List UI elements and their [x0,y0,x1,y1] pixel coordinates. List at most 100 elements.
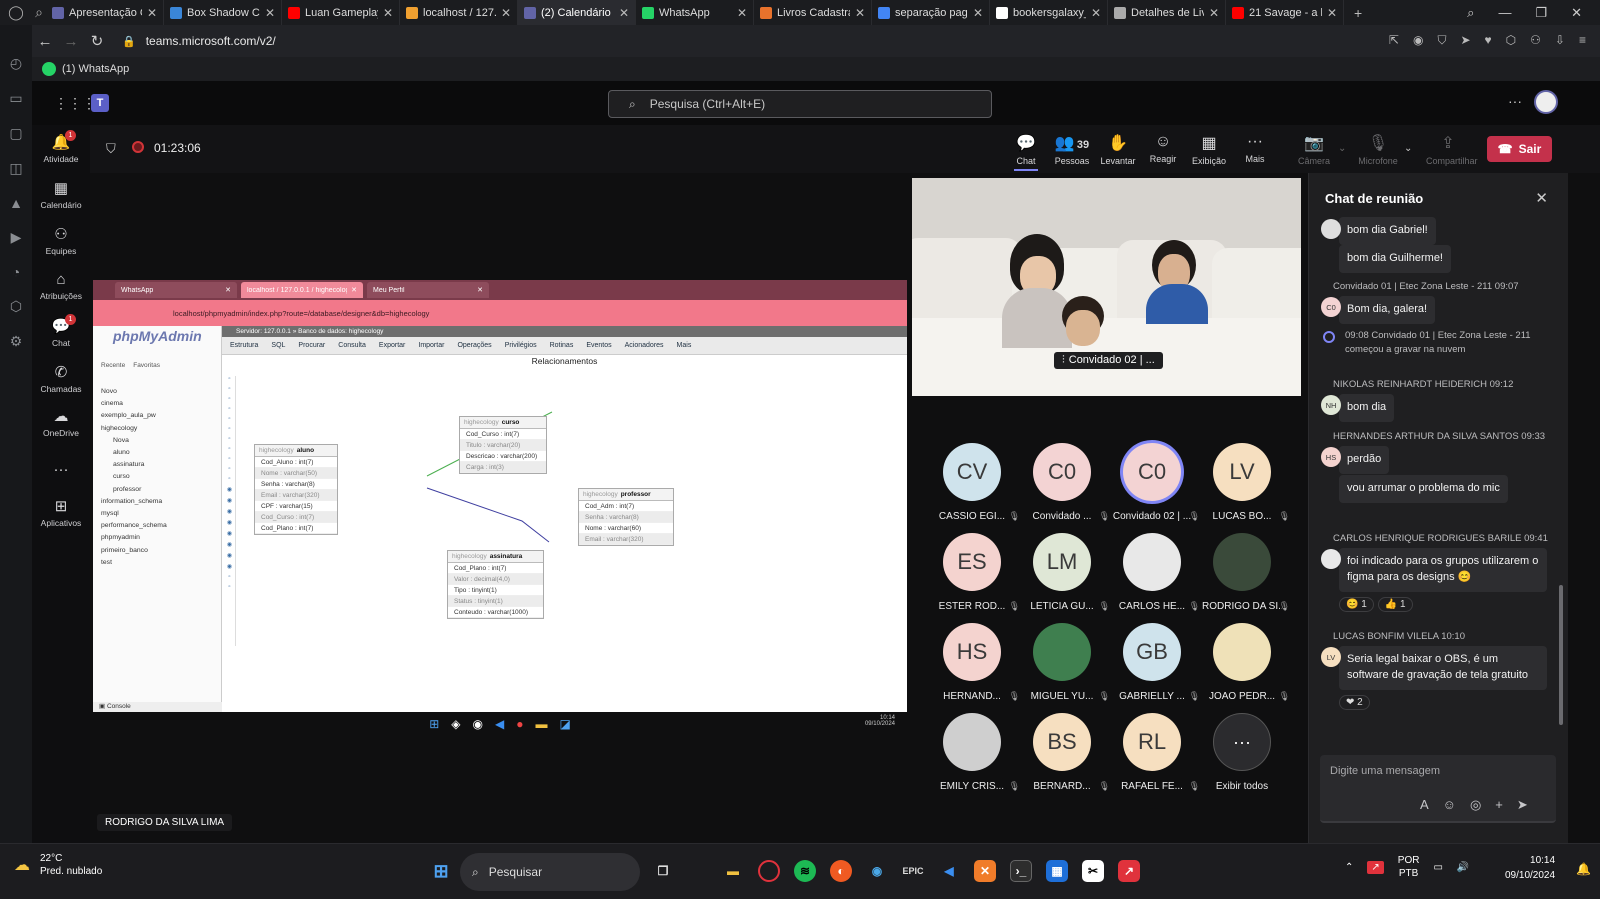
opera-logo-icon[interactable]: ◯ [0,4,32,21]
close-tab-icon[interactable]: ✕ [1209,6,1219,20]
rail-item-equipes[interactable]: ⚇ Equipes [32,225,90,256]
close-tab-icon[interactable]: ✕ [265,6,275,20]
close-icon[interactable]: ✕ [1535,189,1548,207]
browser-tab[interactable]: bookersgalaxy_sn ✕ [990,0,1108,25]
download-icon[interactable]: ⇩ [1555,33,1565,48]
leave-button[interactable]: ☎ Sair [1487,136,1552,162]
close-tab-icon[interactable]: ✕ [855,6,865,20]
browser-tab[interactable]: WhatsApp ✕ [636,0,754,25]
participant-tile[interactable]: BS BERNARD... 🎙 [1022,713,1110,792]
rail-item-chat[interactable]: 💬 Chat 1 [32,314,90,348]
close-window-button[interactable]: ✕ [1571,5,1582,21]
close-tab-icon[interactable]: ✕ [147,6,157,20]
network-icon[interactable]: ▭ [1433,862,1442,873]
settings-icon[interactable]: ⚙ [10,333,23,350]
reaction-chip[interactable]: 👍 1 [1377,596,1413,612]
epic-games-icon[interactable]: EPIC [902,860,924,882]
table-aluno[interactable]: highecology aluno Cod_Aluno : int(7) Nome :… [254,444,338,535]
rail-item-calendário[interactable]: ▦ Calendário [32,179,90,210]
send-icon[interactable]: ➤ [1517,797,1528,813]
tool-reagir[interactable]: ☺ Reagir [1141,133,1185,164]
capcut-icon[interactable]: ✂ [1082,860,1104,882]
app-launcher-icon[interactable]: ⋮⋮⋮ [54,95,96,112]
origin-icon[interactable]: ◐ [830,860,852,882]
chat-scrollbar[interactable] [1559,585,1563,725]
reload-button[interactable]: ↻ [84,32,110,50]
aria-icon[interactable]: ▲ [9,195,23,211]
profile-icon[interactable]: ⚇ [1530,33,1541,48]
player-icon[interactable]: ▶ [11,229,22,246]
messenger-icon[interactable]: ▢ [9,125,22,142]
participant-tile[interactable]: HS HERNAND... 🎙 [932,623,1020,702]
close-tab-icon[interactable]: ✕ [1091,6,1101,20]
pma-console[interactable]: ▣ Console [93,702,222,712]
volume-icon[interactable]: 🔊 [1457,862,1469,873]
participant-tile[interactable]: JOAO PEDR... 🎙 [1202,623,1290,702]
participant-tile[interactable]: GB GABRIELLY ... 🎙 [1112,623,1200,702]
minimize-button[interactable]: — [1498,5,1511,20]
store-icon[interactable]: ▦ [1046,860,1068,882]
table-assinatura[interactable]: highecology assinatura Cod_Plano : int(7) V… [447,550,544,619]
loop-icon[interactable]: ◎ [1470,797,1481,813]
reaction-chip[interactable]: 😊 1 [1339,596,1374,612]
bookmark-whatsapp[interactable]: (1) WhatsApp [62,63,129,75]
participant-tile[interactable]: C0 Convidado 02 | ... 🎙 [1112,443,1200,522]
close-tab-icon[interactable]: ✕ [737,6,747,20]
rail-item-atribuições[interactable]: ⌂ Atribuições [32,271,90,301]
browser-tab[interactable]: separação pagina ✕ [872,0,990,25]
tool-chat[interactable]: 💬 Chat [1004,133,1048,171]
avatar[interactable] [1534,90,1558,114]
box-icon[interactable]: ⬡ [1506,33,1516,48]
forward-button[interactable]: → [58,33,84,50]
rail-item-onedrive[interactable]: ☁ OneDrive [32,407,90,438]
taskbar-search[interactable]: ⌕ Pesquisar [460,853,640,891]
browser-tab[interactable]: Luan Gameplay - ✕ [282,0,400,25]
browser-tab[interactable]: (2) Calendário ✕ [518,0,636,25]
back-button[interactable]: ← [32,33,58,50]
camera-icon[interactable]: ◉ [1413,33,1423,48]
format-icon[interactable]: A [1420,797,1429,813]
opera-icon[interactable] [758,860,780,882]
tray-app-icon[interactable]: ↗ [1367,860,1384,874]
browser-tab[interactable]: localhost / 127.0. ✕ [400,0,518,25]
participant-tile[interactable]: ES ESTER ROD... 🎙 [932,533,1020,612]
notification-icon[interactable]: 🔔 [1576,862,1591,876]
file-explorer-icon[interactable]: ▬ [722,860,744,882]
participant-tile[interactable]: EMILY CRIS... 🎙 [932,713,1020,792]
tool-microfone[interactable]: 🎙 Microfone [1356,133,1400,166]
tool-compartilhar[interactable]: ⇪ Compartilhar [1426,133,1478,166]
xampp-icon[interactable]: ✕ [974,860,996,882]
menu-icon[interactable]: ≡ [1579,33,1586,48]
language-indicator[interactable]: POR PTB [1398,854,1420,880]
history-icon[interactable]: ◴ [10,55,22,72]
browser-tab[interactable]: 21 Savage - a lot ✕ [1226,0,1344,25]
search-tabs-icon[interactable]: ⌕ [1467,5,1474,21]
close-tab-icon[interactable]: ✕ [1327,6,1337,20]
tool-câmera[interactable]: 📷 Câmera [1292,133,1336,166]
more-options-icon[interactable]: ··· [1508,93,1522,109]
browser-tab[interactable]: Livros Cadastrado ✕ [754,0,872,25]
terminal-icon[interactable]: ›_ [1010,860,1032,882]
chat-message-input[interactable]: Digite uma mensagem A ☺ ◎ + ➤ [1320,755,1556,823]
browser-tab[interactable]: Detalhes de Livro ✕ [1108,0,1226,25]
share-icon[interactable]: ⇱ [1389,33,1399,48]
tool-mais[interactable]: ··· Mais [1233,133,1277,164]
participant-tile[interactable]: RL RAFAEL FE... 🎙 [1112,713,1200,792]
chevron-down-icon[interactable]: ⌄ [1338,143,1346,154]
shield-icon[interactable]: ⛉ [1437,33,1446,48]
chevron-down-icon[interactable]: ⌄ [1404,143,1412,154]
close-tab-icon[interactable]: ✕ [383,6,393,20]
briefcase-icon[interactable]: ▭ [9,90,22,107]
cube-icon[interactable]: ⬡ [10,298,22,315]
windows-start-icon[interactable]: ⊞ [430,860,452,882]
tool-exibição[interactable]: ▦ Exibição [1187,133,1231,166]
tool-levantar[interactable]: ✋ Levantar [1096,133,1140,166]
close-tab-icon[interactable]: ✕ [973,6,983,20]
chevron-up-icon[interactable]: ⌃ [1345,862,1353,873]
participant-tile[interactable]: LM LETICIA GU... 🎙 [1022,533,1110,612]
tab-search-icon[interactable]: ⌕ [32,4,46,21]
participant-tile[interactable]: CV CASSIO EGI... 🎙 [932,443,1020,522]
instagram-icon[interactable]: ◫ [9,160,22,177]
steam-icon[interactable]: ◉ [866,860,888,882]
rail-item-chamadas[interactable]: ✆ Chamadas [32,363,90,394]
